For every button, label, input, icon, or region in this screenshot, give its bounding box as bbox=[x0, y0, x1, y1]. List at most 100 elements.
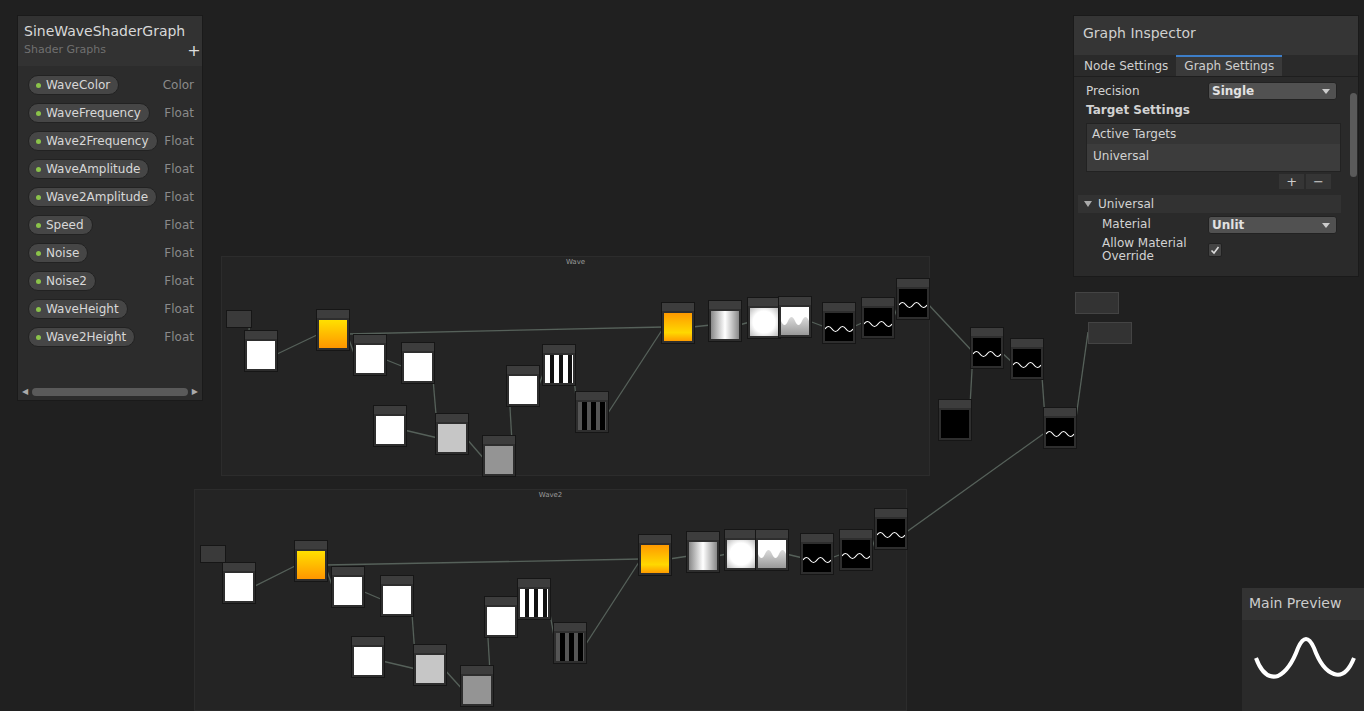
property-pill[interactable]: Noise bbox=[28, 243, 88, 263]
remove-target-button[interactable]: − bbox=[1306, 174, 1331, 189]
graph-node[interactable] bbox=[686, 531, 720, 573]
scroll-thumb[interactable] bbox=[32, 388, 188, 396]
section-header[interactable]: Universal bbox=[1078, 195, 1341, 213]
graph-node[interactable] bbox=[506, 365, 540, 407]
graph-node[interactable] bbox=[638, 534, 672, 576]
graph-node[interactable] bbox=[373, 405, 407, 447]
graph-node[interactable] bbox=[435, 413, 469, 455]
graph-node[interactable] bbox=[822, 302, 856, 344]
edge bbox=[347, 327, 664, 334]
graph-node[interactable] bbox=[839, 529, 873, 571]
graph-node[interactable] bbox=[778, 296, 812, 338]
graph-node[interactable] bbox=[413, 644, 447, 686]
property-row[interactable]: Noise2 Float bbox=[28, 270, 194, 292]
property-pill[interactable]: Noise2 bbox=[28, 271, 96, 291]
property-pill[interactable]: Wave2Amplitude bbox=[28, 187, 157, 207]
property-node[interactable] bbox=[200, 545, 226, 563]
main-preview[interactable]: Main Preview bbox=[1242, 588, 1364, 711]
blackboard[interactable]: SineWaveShaderGraph Shader Graphs + Wave… bbox=[17, 15, 203, 401]
property-pill[interactable]: WaveHeight bbox=[28, 299, 128, 319]
master-stack-block[interactable] bbox=[1075, 292, 1119, 314]
add-property-button[interactable]: + bbox=[185, 41, 202, 60]
property-row[interactable]: Noise Float bbox=[28, 242, 194, 264]
graph-node[interactable] bbox=[553, 622, 587, 664]
graph-node[interactable] bbox=[460, 665, 494, 707]
graph-node[interactable] bbox=[244, 330, 278, 372]
property-pill[interactable]: WaveFrequency bbox=[28, 103, 150, 123]
property-pill[interactable]: WaveAmplitude bbox=[28, 159, 149, 179]
exposed-dot-icon bbox=[36, 251, 41, 256]
inspector-tab[interactable]: Graph Settings bbox=[1176, 55, 1282, 76]
graph-node[interactable] bbox=[331, 566, 365, 608]
node-preview bbox=[941, 410, 969, 438]
add-target-button[interactable]: + bbox=[1279, 174, 1304, 189]
property-type: Float bbox=[164, 302, 194, 316]
graph-node[interactable] bbox=[1010, 338, 1044, 380]
horizontal-scrollbar[interactable]: ◀ ▶ bbox=[18, 387, 202, 400]
graph-node[interactable] bbox=[874, 508, 908, 550]
graph-node[interactable] bbox=[351, 636, 385, 678]
node-preview bbox=[509, 376, 537, 404]
property-pill[interactable]: Speed bbox=[28, 215, 93, 235]
property-row[interactable]: WaveAmplitude Float bbox=[28, 158, 194, 180]
property-row[interactable]: Wave2Amplitude Float bbox=[28, 186, 194, 208]
graph-node[interactable] bbox=[294, 540, 328, 582]
group-title[interactable]: Wave bbox=[222, 258, 929, 266]
graph-node[interactable] bbox=[708, 300, 742, 342]
property-row[interactable]: WaveColor Color bbox=[28, 74, 194, 96]
node-header bbox=[485, 597, 517, 605]
graph-node[interactable] bbox=[353, 334, 387, 376]
foldout-arrow-icon[interactable] bbox=[1084, 201, 1092, 207]
target-item[interactable]: Universal bbox=[1087, 144, 1340, 171]
property-pill[interactable]: Wave2Frequency bbox=[28, 131, 158, 151]
graph-inspector[interactable]: Graph Inspector Node SettingsGraph Setti… bbox=[1073, 15, 1359, 277]
property-row[interactable]: WaveFrequency Float bbox=[28, 102, 194, 124]
preview-viewport bbox=[1242, 620, 1364, 711]
graph-node[interactable] bbox=[482, 435, 516, 477]
graph-node[interactable] bbox=[542, 344, 576, 386]
field-label: Material bbox=[1102, 218, 1208, 231]
node-preview bbox=[758, 540, 786, 568]
graph-node[interactable] bbox=[747, 297, 781, 339]
scroll-right-button[interactable]: ▶ bbox=[192, 387, 198, 396]
graph-node[interactable] bbox=[316, 309, 350, 351]
property-pill[interactable]: Wave2Height bbox=[28, 327, 135, 347]
graph-node[interactable] bbox=[1043, 407, 1077, 449]
graph-node[interactable] bbox=[861, 297, 895, 339]
graph-node[interactable] bbox=[222, 562, 256, 604]
scroll-left-button[interactable]: ◀ bbox=[22, 387, 28, 396]
property-node[interactable] bbox=[226, 310, 252, 328]
property-name: WaveFrequency bbox=[46, 106, 141, 120]
group-title[interactable]: Wave2 bbox=[195, 491, 906, 499]
vertical-scrollbar[interactable] bbox=[1349, 77, 1358, 276]
graph-node[interactable] bbox=[724, 529, 758, 571]
checkbox[interactable] bbox=[1208, 243, 1222, 257]
property-row[interactable]: WaveHeight Float bbox=[28, 298, 194, 320]
edge bbox=[325, 559, 641, 565]
node-header bbox=[748, 298, 780, 306]
node-header bbox=[662, 303, 694, 311]
graph-node[interactable] bbox=[896, 278, 930, 320]
material-dropdown[interactable]: Unlit bbox=[1208, 216, 1337, 234]
master-stack-block[interactable] bbox=[1088, 322, 1132, 344]
precision-dropdown[interactable]: Single bbox=[1208, 82, 1337, 100]
node-preview bbox=[689, 542, 717, 570]
graph-node[interactable] bbox=[484, 596, 518, 638]
graph-node[interactable] bbox=[755, 529, 789, 571]
node-header bbox=[317, 310, 349, 318]
graph-node[interactable] bbox=[401, 342, 435, 384]
graph-node[interactable] bbox=[517, 578, 551, 620]
graph-node[interactable] bbox=[380, 575, 414, 617]
graph-node[interactable] bbox=[970, 327, 1004, 369]
property-pill[interactable]: WaveColor bbox=[28, 75, 119, 95]
graph-node[interactable] bbox=[575, 391, 609, 433]
graph-node[interactable] bbox=[661, 302, 695, 344]
list-header: Active Targets bbox=[1087, 124, 1340, 144]
property-row[interactable]: Wave2Height Float bbox=[28, 326, 194, 348]
property-row[interactable]: Speed Float bbox=[28, 214, 194, 236]
node-header bbox=[971, 328, 1003, 336]
inspector-tab[interactable]: Node Settings bbox=[1076, 55, 1176, 76]
graph-node[interactable] bbox=[938, 399, 972, 441]
graph-node[interactable] bbox=[800, 533, 834, 575]
property-row[interactable]: Wave2Frequency Float bbox=[28, 130, 194, 152]
